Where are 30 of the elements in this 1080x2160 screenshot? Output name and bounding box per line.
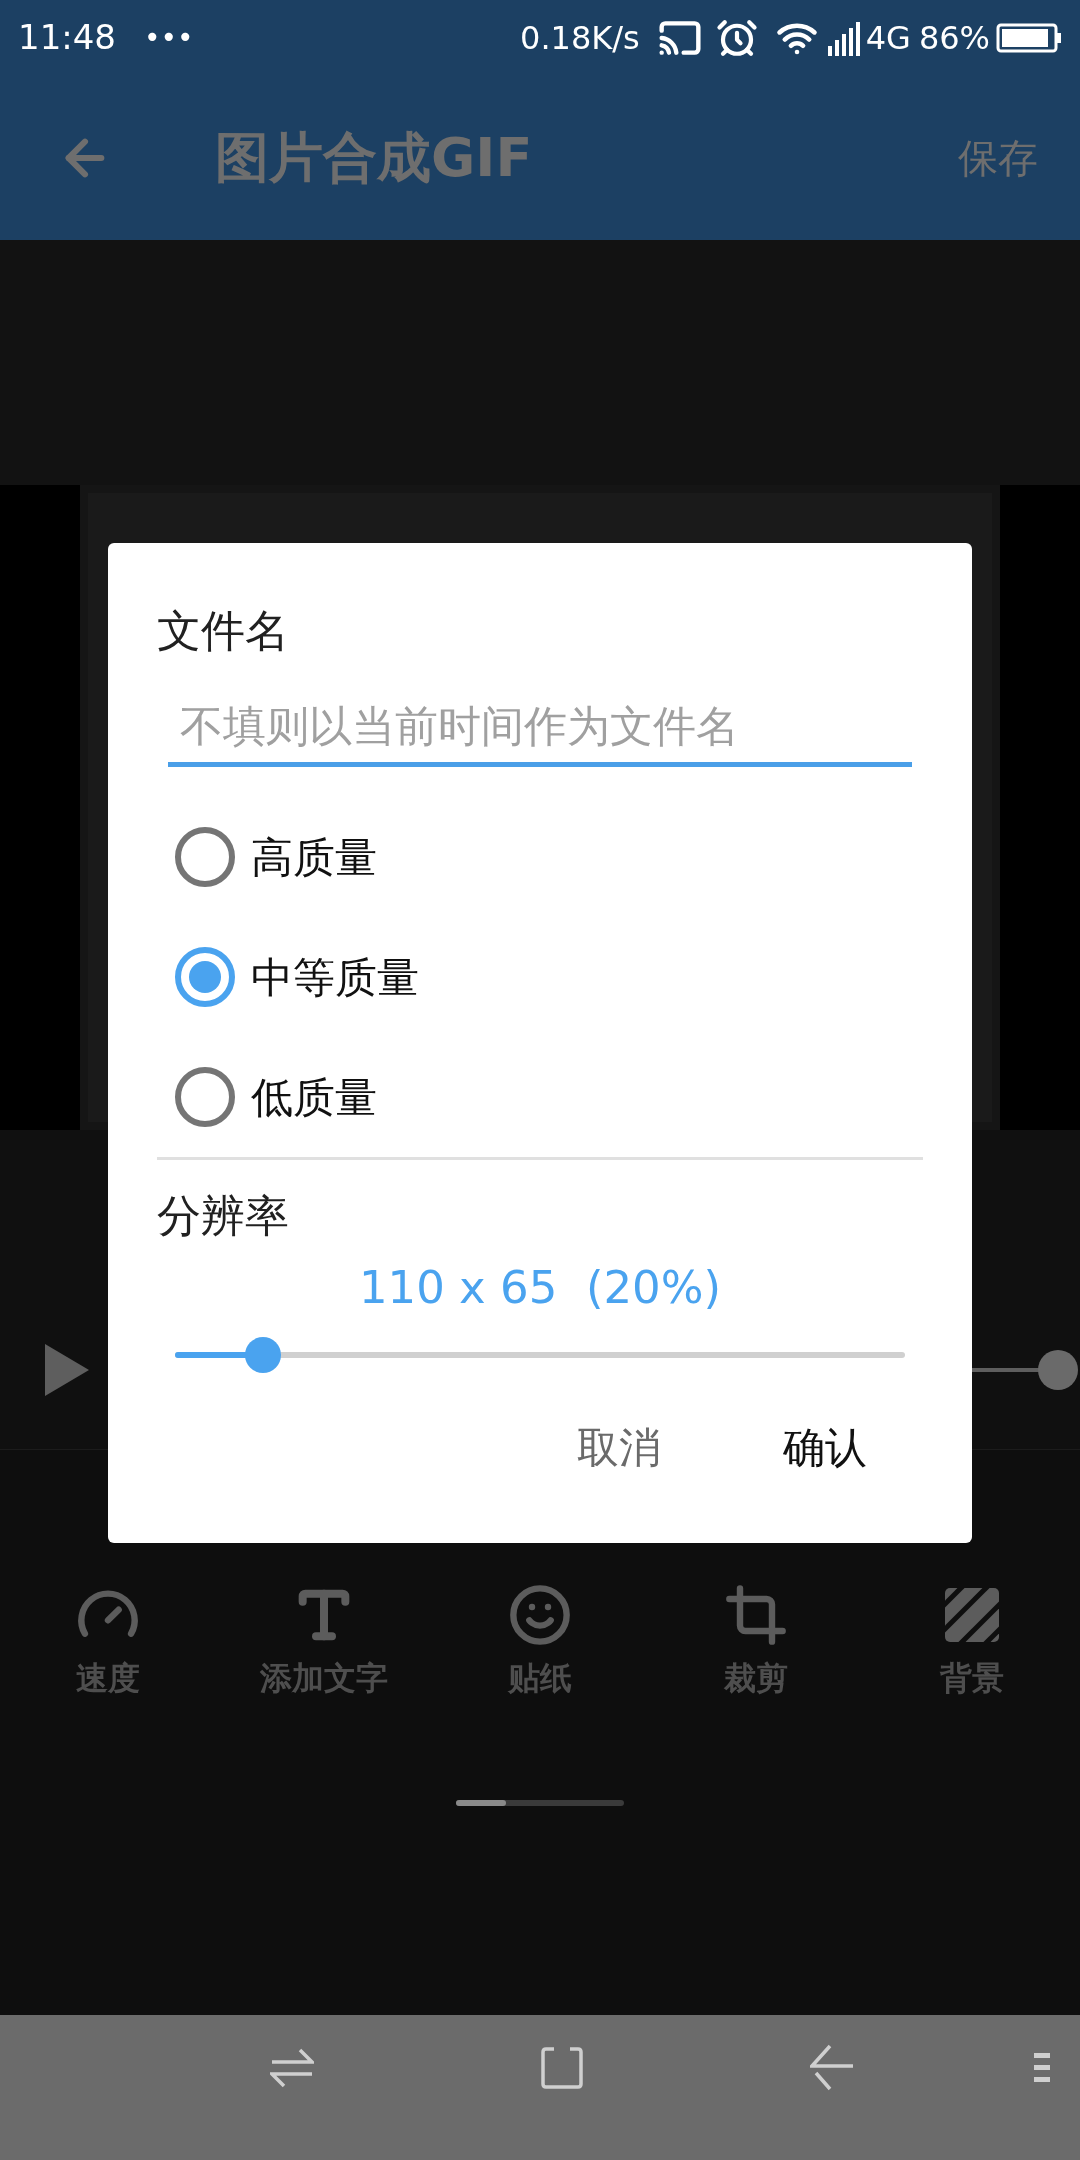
network-type: 4G — [865, 17, 911, 59]
timeline-thumb[interactable] — [1038, 1349, 1078, 1390]
face-icon — [508, 1583, 572, 1647]
tool-button[interactable]: 贴纸 — [432, 1580, 648, 1710]
cancel-button[interactable]: 取消 — [561, 1407, 677, 1488]
striped-square-icon — [943, 1586, 1001, 1644]
quality-radio-option[interactable]: 高质量 — [157, 797, 923, 917]
menu-icon[interactable] — [1034, 2052, 1050, 2083]
battery-icon — [996, 22, 1062, 53]
confirm-button[interactable]: 确认 — [767, 1407, 883, 1488]
clock-time: 11:48 — [18, 16, 116, 59]
battery-percent: 86% — [918, 17, 990, 59]
save-button[interactable]: 保存 — [958, 127, 1038, 188]
dialog-title: 文件名 — [157, 604, 290, 658]
back-icon[interactable] — [810, 2043, 854, 2092]
filename-field[interactable]: 不填则以当前时间作为文件名 — [168, 697, 912, 767]
quality-radio-option[interactable]: 低质量 — [157, 1037, 923, 1157]
tool-button[interactable]: 裁剪 — [648, 1580, 864, 1710]
notification-dots: ••• — [144, 19, 194, 56]
tool-button[interactable]: 速度 — [0, 1580, 216, 1710]
play-icon[interactable] — [45, 1343, 89, 1396]
quality-radio-option[interactable]: 中等质量 — [157, 917, 923, 1037]
resolution-value: 110 x 65 (20%) — [358, 1260, 722, 1316]
resolution-label: 分辨率 — [157, 1189, 290, 1243]
tool-button[interactable]: 添加文字 — [216, 1580, 432, 1710]
app-title: 图片合成GIF — [215, 125, 533, 191]
resolution-slider-thumb[interactable] — [244, 1336, 281, 1373]
network-speed: 0.18K/s — [520, 17, 640, 59]
tool-button[interactable]: 背景 — [864, 1580, 1080, 1710]
crop-icon — [724, 1583, 788, 1647]
